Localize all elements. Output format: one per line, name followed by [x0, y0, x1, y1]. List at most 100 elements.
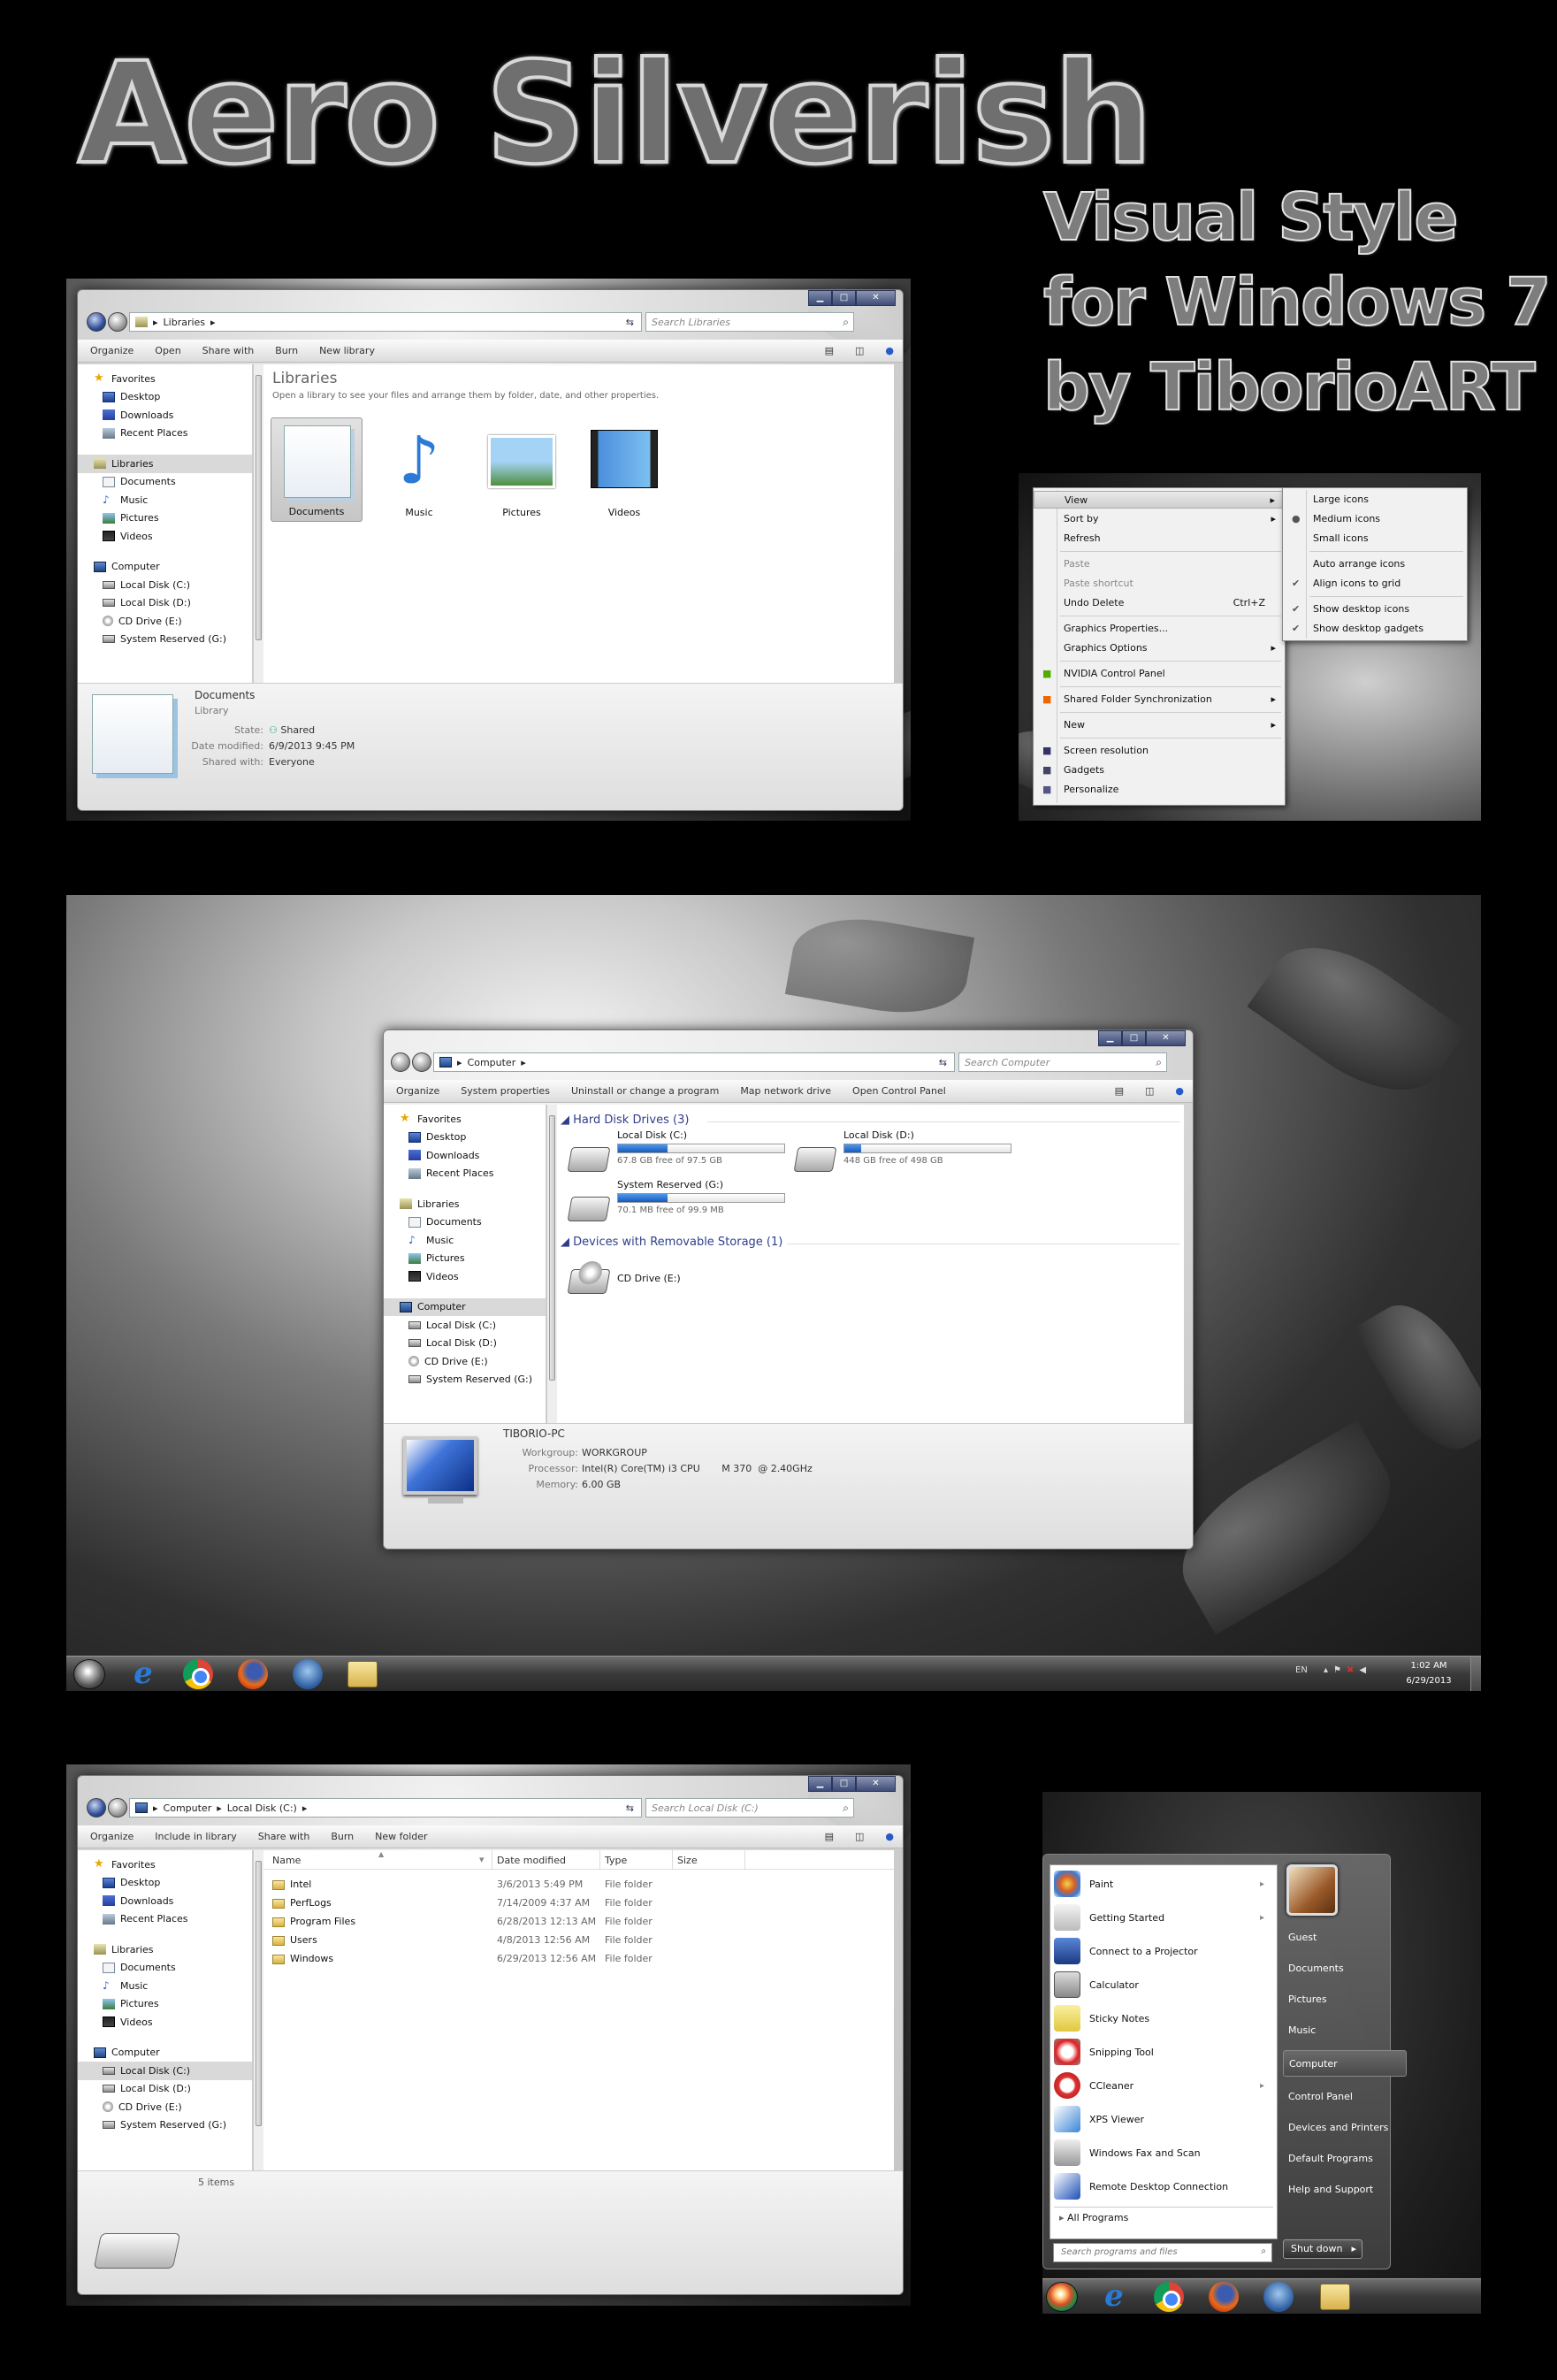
new-library-button[interactable]: New library: [319, 345, 375, 356]
open-button[interactable]: Open: [155, 345, 180, 356]
close-button[interactable]: ✕: [856, 1776, 896, 1792]
library-videos[interactable]: Videos: [578, 417, 670, 522]
view-options-icon[interactable]: ▤: [825, 1831, 834, 1842]
column-name[interactable]: Name: [272, 1855, 301, 1866]
help-icon[interactable]: ●: [885, 1831, 894, 1842]
minimize-button[interactable]: ▁: [1098, 1030, 1122, 1046]
nav-local-disk-c[interactable]: Local Disk (C:): [94, 576, 252, 594]
all-programs[interactable]: ▸ All Programs: [1059, 2212, 1128, 2223]
menu-item-sort-by[interactable]: Sort by ▸: [1034, 510, 1285, 528]
menu-item-undo-delete[interactable]: Undo Delete Ctrl+Z: [1034, 594, 1285, 612]
nav-music[interactable]: ♪ Music: [400, 1231, 546, 1250]
help-icon[interactable]: ●: [885, 345, 894, 356]
nav-cd-drive-e[interactable]: CD Drive (E:): [94, 612, 252, 631]
nav-recent-places[interactable]: Recent Places: [94, 425, 252, 443]
place-computer[interactable]: Computer: [1283, 2050, 1407, 2077]
minimize-button[interactable]: ▁: [808, 290, 832, 306]
program-connect-projector[interactable]: Connect to a Projector: [1054, 1934, 1273, 1968]
organize-button[interactable]: Organize: [90, 1831, 134, 1842]
menu-item-graphics-properties[interactable]: Graphics Properties...: [1034, 620, 1285, 638]
nav-libraries[interactable]: Libraries: [400, 1195, 546, 1213]
maximize-button[interactable]: □: [832, 1776, 856, 1792]
back-button[interactable]: [391, 1052, 410, 1072]
nav-videos[interactable]: Videos: [94, 527, 252, 546]
program-sticky-notes[interactable]: Sticky Notes: [1054, 2001, 1273, 2035]
nav-downloads[interactable]: Downloads: [94, 406, 252, 425]
nav-downloads[interactable]: Downloads: [400, 1146, 546, 1165]
program-paint[interactable]: Paint ▸: [1054, 1867, 1273, 1901]
preview-pane-icon[interactable]: ◫: [855, 345, 864, 356]
nav-cd-drive-e[interactable]: CD Drive (E:): [94, 2098, 252, 2116]
start-search-input[interactable]: Search programs and files ⌕: [1053, 2243, 1272, 2262]
drive-d-name[interactable]: Local Disk (D:): [843, 1129, 914, 1141]
drive-g-name[interactable]: System Reserved (G:): [617, 1179, 723, 1190]
column-dropdown-icon[interactable]: ▾: [479, 1854, 485, 1865]
back-button[interactable]: [87, 312, 106, 332]
forward-button[interactable]: [108, 1798, 127, 1818]
nav-libraries[interactable]: Libraries: [94, 1940, 252, 1959]
nav-computer[interactable]: Computer: [384, 1297, 546, 1316]
place-help-support[interactable]: Help and Support: [1283, 2177, 1407, 2203]
nav-desktop[interactable]: Desktop: [400, 1129, 546, 1147]
nav-local-disk-d[interactable]: Local Disk (D:): [400, 1335, 546, 1353]
internet-explorer-icon[interactable]: e: [126, 1658, 160, 1688]
column-date-modified[interactable]: Date modified: [497, 1855, 566, 1866]
nav-recent-places[interactable]: Recent Places: [94, 1910, 252, 1929]
table-row[interactable]: Users 4/8/2013 12:56 AM File folder: [263, 1931, 894, 1949]
nav-recent-places[interactable]: Recent Places: [400, 1165, 546, 1183]
nav-music[interactable]: ♪ Music: [94, 491, 252, 509]
submenu-align-to-grid[interactable]: ✔ Align icons to grid: [1283, 575, 1467, 593]
network-icon[interactable]: ✖: [1347, 1665, 1359, 1675]
forward-button[interactable]: [412, 1052, 431, 1072]
preview-pane-icon[interactable]: ◫: [855, 1831, 864, 1842]
menu-item-paste[interactable]: Paste: [1034, 555, 1285, 573]
search-input[interactable]: Search Computer ⌕: [958, 1052, 1167, 1072]
breadcrumb-computer[interactable]: Computer: [164, 1802, 212, 1814]
place-guest[interactable]: Guest: [1283, 1925, 1407, 1951]
share-with-button[interactable]: Share with: [202, 345, 255, 356]
windows-explorer-icon[interactable]: [347, 1661, 378, 1687]
table-row[interactable]: Windows 6/29/2013 12:56 AM File folder: [263, 1949, 894, 1968]
nav-local-disk-d[interactable]: Local Disk (D:): [94, 594, 252, 613]
submenu-large-icons[interactable]: Large icons: [1283, 491, 1467, 509]
scrollbar-thumb[interactable]: [256, 375, 262, 640]
firefox-icon[interactable]: [238, 1659, 268, 1689]
nav-scrollbar[interactable]: [253, 364, 263, 683]
shutdown-button[interactable]: Shut down ▸: [1283, 2239, 1362, 2259]
column-type[interactable]: Type: [605, 1855, 627, 1866]
nav-favorites[interactable]: ★ Favorites: [94, 370, 252, 388]
address-bar[interactable]: ▸ Libraries ▸ ⇆: [129, 312, 642, 332]
nav-scrollbar[interactable]: [546, 1105, 557, 1423]
close-button[interactable]: ✕: [1146, 1030, 1186, 1046]
submenu-show-desktop-gadgets[interactable]: ✔ Show desktop gadgets: [1283, 620, 1467, 638]
firefox-icon[interactable]: [1209, 2282, 1239, 2312]
submenu-medium-icons[interactable]: ● Medium icons: [1283, 510, 1467, 528]
menu-item-nvidia[interactable]: ■ NVIDIA Control Panel: [1034, 665, 1285, 683]
nav-computer[interactable]: Computer: [94, 558, 252, 577]
nav-system-reserved-g[interactable]: System Reserved (G:): [94, 2116, 252, 2135]
nav-scrollbar[interactable]: [253, 1850, 263, 2170]
refresh-icon[interactable]: ⇆: [626, 317, 634, 328]
nav-documents[interactable]: Documents: [400, 1213, 546, 1232]
submenu-auto-arrange[interactable]: Auto arrange icons: [1283, 555, 1467, 573]
uninstall-program-button[interactable]: Uninstall or change a program: [571, 1085, 719, 1097]
column-size[interactable]: Size: [677, 1855, 698, 1866]
place-documents[interactable]: Documents: [1283, 1955, 1407, 1982]
language-indicator[interactable]: EN: [1295, 1665, 1308, 1675]
share-with-button[interactable]: Share with: [258, 1831, 310, 1842]
show-hidden-icons-icon[interactable]: ▴: [1324, 1665, 1333, 1675]
library-music[interactable]: ♪ Music: [373, 417, 465, 522]
table-row[interactable]: PerfLogs 7/14/2009 4:37 AM File folder: [263, 1894, 894, 1912]
nav-videos[interactable]: Videos: [400, 1267, 546, 1286]
nav-desktop[interactable]: Desktop: [94, 388, 252, 407]
nav-favorites[interactable]: ★ Favorites: [94, 1856, 252, 1874]
maximize-button[interactable]: □: [1122, 1030, 1146, 1046]
submenu-small-icons[interactable]: Small icons: [1283, 530, 1467, 547]
burn-button[interactable]: Burn: [331, 1831, 354, 1842]
user-avatar[interactable]: [1286, 1864, 1338, 1916]
nav-favorites[interactable]: ★ Favorites: [400, 1110, 546, 1129]
search-input[interactable]: Search Local Disk (C:) ⌕: [645, 1798, 854, 1818]
menu-item-refresh[interactable]: Refresh: [1034, 530, 1285, 547]
nav-documents[interactable]: Documents: [94, 473, 252, 492]
program-calculator[interactable]: Calculator: [1054, 1968, 1273, 2001]
